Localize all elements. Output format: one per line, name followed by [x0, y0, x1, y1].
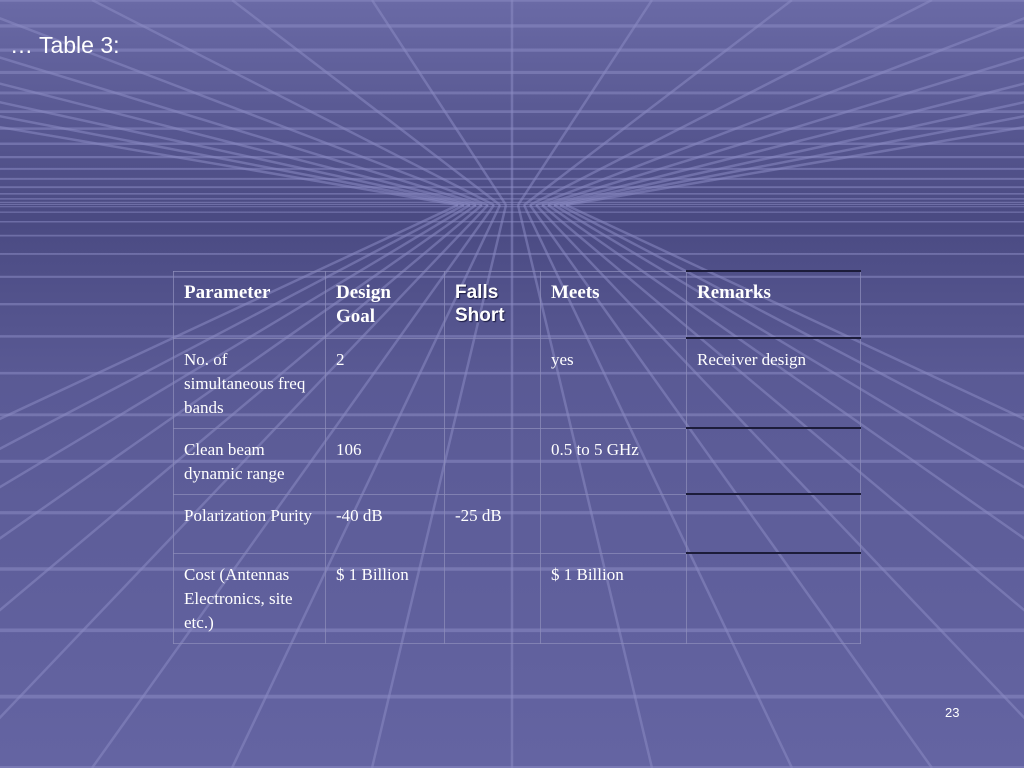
column-header-falls-short: Falls Short	[444, 270, 541, 339]
slide-title: … Table 3:	[10, 32, 120, 58]
table-cell: $ 1 Billion	[540, 552, 687, 644]
column-header-parameter: Parameter	[173, 270, 326, 339]
table-row: Cost (Antennas Electronics, site etc.) $…	[173, 552, 861, 644]
table-cell	[444, 552, 541, 644]
table-row: Clean beam dynamic range 106 0.5 to 5 GH…	[173, 427, 861, 495]
table-cell: -40 dB	[325, 493, 445, 554]
column-header-meets: Meets	[540, 270, 687, 339]
table-cell: $ 1 Billion	[325, 552, 445, 644]
table-cell: Cost (Antennas Electronics, site etc.)	[173, 552, 326, 644]
table-header-row: Parameter Design Goal Falls Short Meets …	[173, 270, 861, 339]
table-cell	[686, 427, 861, 495]
table-cell: -25 dB	[444, 493, 541, 554]
column-header-remarks: Remarks	[686, 270, 861, 339]
table-cell	[540, 493, 687, 554]
table-row: No. of simultaneous freq bands 2 yes Rec…	[173, 337, 861, 429]
table-cell: yes	[540, 337, 687, 429]
table-cell: 2	[325, 337, 445, 429]
table-cell: 0.5 to 5 GHz	[540, 427, 687, 495]
table-cell: No. of simultaneous freq bands	[173, 337, 326, 429]
table-cell	[444, 337, 541, 429]
table-cell: Receiver design	[686, 337, 861, 429]
table-cell: Clean beam dynamic range	[173, 427, 326, 495]
table-cell	[686, 493, 861, 554]
table-row: Polarization Purity -40 dB -25 dB	[173, 493, 861, 554]
table-cell: Polarization Purity	[173, 493, 326, 554]
table-cell: 106	[325, 427, 445, 495]
table-cell	[444, 427, 541, 495]
slide-number: 23	[945, 705, 960, 720]
table-cell	[686, 552, 861, 644]
comparison-table: Parameter Design Goal Falls Short Meets …	[173, 270, 861, 644]
column-header-design-goal: Design Goal	[325, 270, 445, 339]
